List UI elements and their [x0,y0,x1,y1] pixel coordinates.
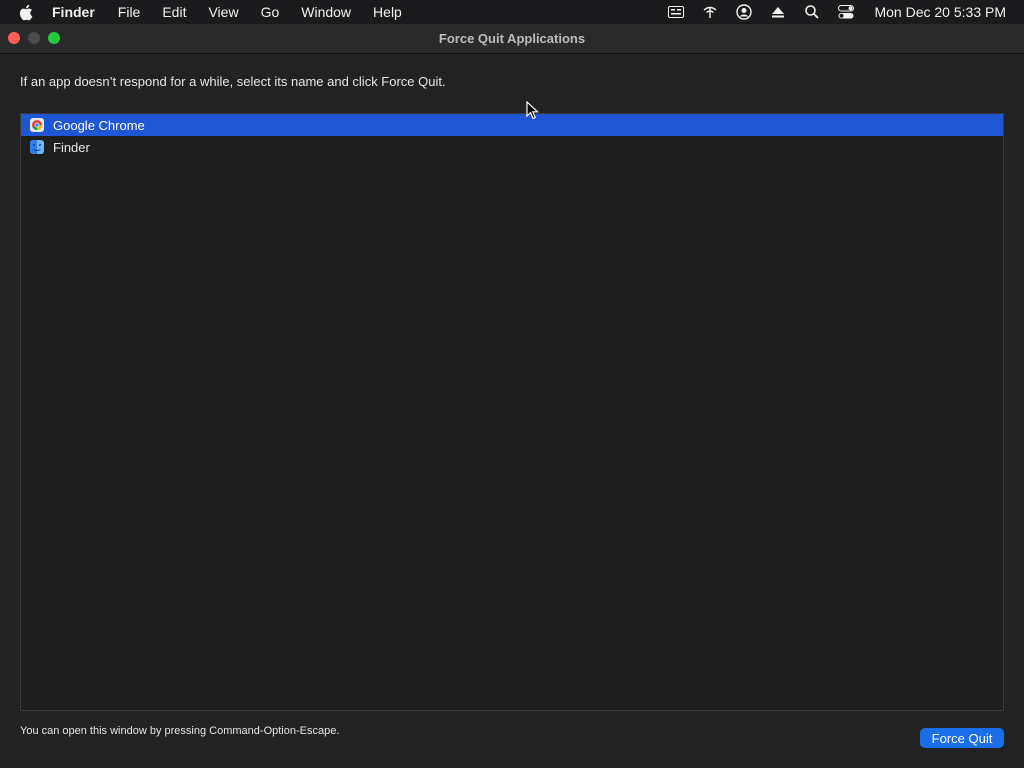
window-title: Force Quit Applications [438,31,586,46]
app-name: Finder [53,139,90,155]
app-name: Google Chrome [53,117,145,133]
force-quit-window: Force Quit Applications If an app doesn’… [0,24,1024,768]
menubar-clock[interactable]: Mon Dec 20 5:33 PM [874,4,1006,20]
apple-menu-icon[interactable] [18,4,38,20]
menu-edit[interactable]: Edit [162,0,186,24]
menu-view[interactable]: View [208,0,238,24]
eject-icon[interactable] [768,4,788,20]
wifi-icon[interactable] [700,4,720,20]
close-button[interactable] [8,32,20,44]
minimize-button[interactable] [28,32,40,44]
menu-help[interactable]: Help [373,0,402,24]
finder-icon [29,139,45,155]
maximize-button[interactable] [48,32,60,44]
app-row-google-chrome[interactable]: Google Chrome [21,114,1003,136]
menu-app-name[interactable]: Finder [52,0,95,24]
search-icon[interactable] [802,4,822,20]
control-center-icon[interactable] [836,4,856,20]
force-quit-button[interactable]: Force Quit [920,728,1004,748]
menu-go[interactable]: Go [261,0,280,24]
window-controls [8,32,68,44]
menu-bar: Finder File Edit View Go Window Help Mon… [0,0,1024,24]
app-list[interactable]: Google Chrome Finder [20,113,1004,711]
user-icon[interactable] [734,4,754,20]
instruction-text: If an app doesn’t respond for a while, s… [20,74,446,89]
mouse-cursor-icon [526,101,540,120]
chrome-icon [29,117,45,133]
shortcut-hint: You can open this window by pressing Com… [20,725,340,737]
status-area: Mon Dec 20 5:33 PM [666,0,1024,24]
keyboard-icon[interactable] [666,4,686,20]
menu-window[interactable]: Window [301,0,351,24]
window-titlebar[interactable]: Force Quit Applications [0,24,1024,54]
menu-file[interactable]: File [118,0,141,24]
app-row-finder[interactable]: Finder [21,136,1003,158]
